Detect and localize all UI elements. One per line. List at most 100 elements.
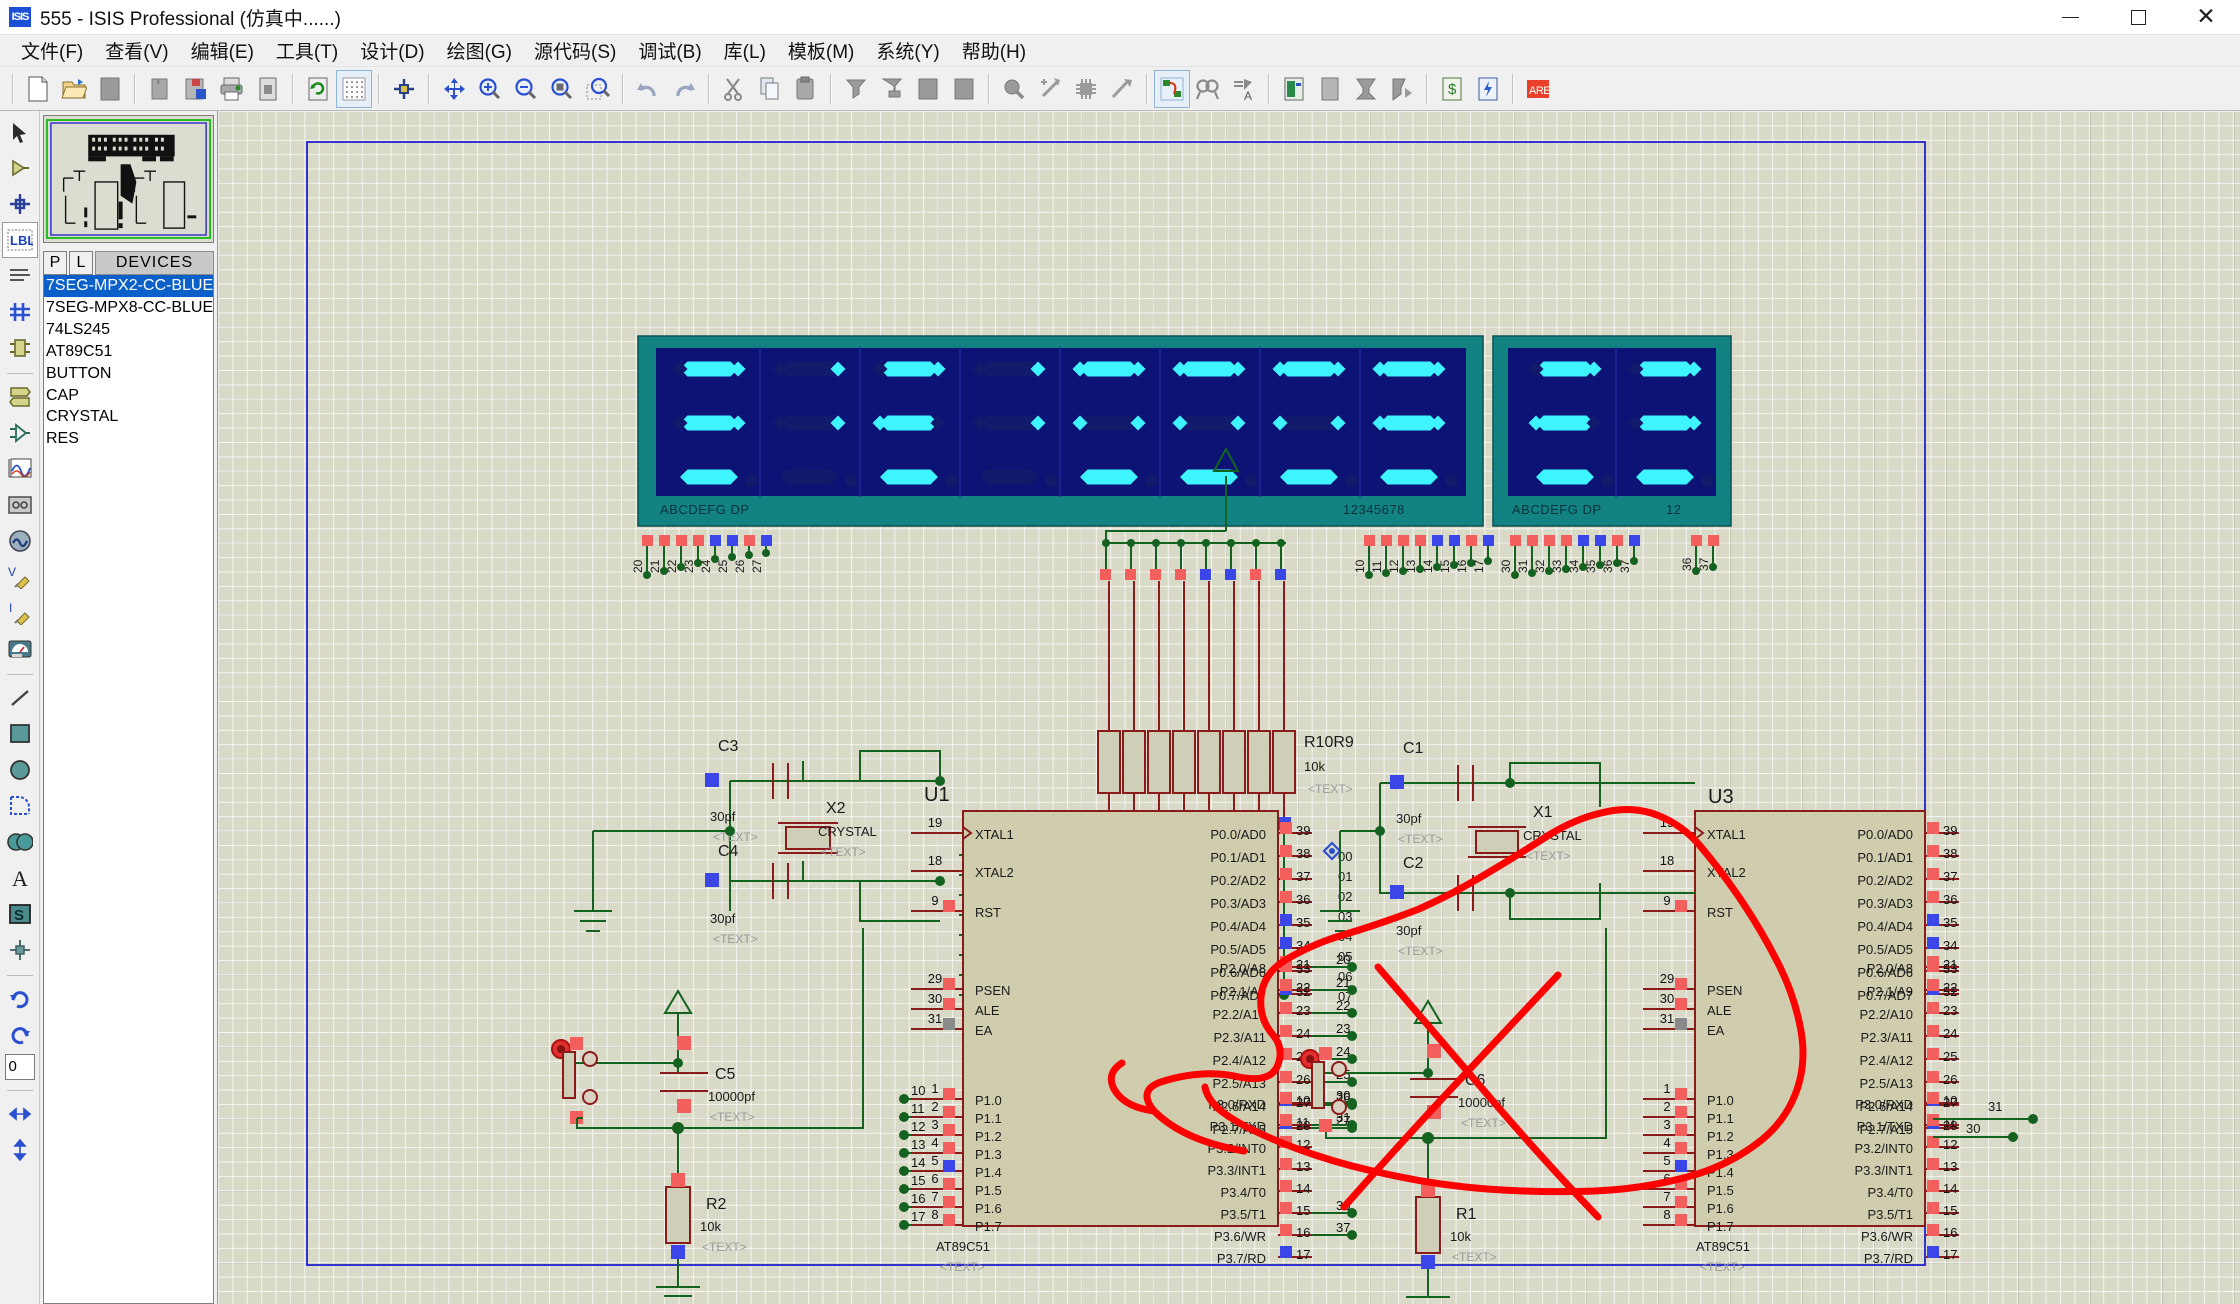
rotate-anticlockwise-icon[interactable] (3, 1018, 37, 1052)
rotation-value-input[interactable]: 0 (5, 1054, 35, 1080)
voltage-probe-mode-icon[interactable]: V (3, 560, 37, 594)
subcircuit-mode-icon[interactable] (3, 331, 37, 365)
schematic-preview[interactable] (43, 115, 214, 243)
devices-list[interactable]: 7SEG-MPX2-CC-BLUE 7SEG-MPX8-CC-BLUE 74LS… (43, 275, 214, 1304)
cut-icon[interactable] (717, 71, 751, 107)
bill-of-materials-icon[interactable]: $ (1435, 71, 1469, 107)
maximize-button[interactable] (2104, 0, 2172, 35)
line-tool-icon[interactable] (3, 681, 37, 715)
close-button[interactable]: ✕ (2172, 0, 2240, 35)
generator-mode-icon[interactable] (3, 524, 37, 558)
menu-edit[interactable]: 编辑(E) (180, 34, 265, 67)
capacitor-c1[interactable]: C1 30pf <TEXT> (1390, 740, 1473, 846)
new-sheet-icon[interactable] (1313, 71, 1347, 107)
menu-library[interactable]: 库(L) (713, 34, 777, 67)
zoom-area-icon[interactable] (581, 71, 615, 107)
virtual-instrument-mode-icon[interactable] (3, 632, 37, 666)
menu-graph[interactable]: 绘图(G) (436, 34, 523, 67)
menu-design[interactable]: 设计(D) (349, 34, 435, 67)
wire-label-mode-icon[interactable]: LBL (3, 223, 37, 257)
toggle-grid-icon[interactable] (337, 71, 371, 107)
arc-tool-icon[interactable] (3, 789, 37, 823)
resistor-r1[interactable]: R1 10k <TEXT> (1416, 1183, 1497, 1269)
menu-help[interactable]: 帮助(H) (951, 34, 1037, 67)
undo-icon[interactable] (631, 71, 665, 107)
packaging-tool-icon[interactable] (1069, 71, 1103, 107)
menu-view[interactable]: 查看(V) (94, 34, 179, 67)
list-item[interactable]: AT89C51 (44, 341, 213, 363)
property-assign-icon[interactable]: A (1227, 71, 1261, 107)
path-tool-icon[interactable] (3, 825, 37, 859)
selection-mode-icon[interactable] (3, 115, 37, 149)
pick-device-icon[interactable] (997, 71, 1031, 107)
refresh-icon[interactable] (301, 71, 335, 107)
save-file-icon[interactable] (93, 71, 127, 107)
list-item[interactable]: CAP (44, 385, 213, 407)
import-section-icon[interactable] (143, 71, 177, 107)
menu-source[interactable]: 源代码(S) (523, 34, 627, 67)
design-explorer-icon[interactable] (1277, 71, 1311, 107)
terminals-mode-icon[interactable] (3, 380, 37, 414)
search-tag-icon[interactable] (1191, 71, 1225, 107)
picker-l-button[interactable]: L (69, 251, 93, 275)
remove-sheet-icon[interactable] (1349, 71, 1383, 107)
zoom-sheet-icon[interactable] (545, 71, 579, 107)
ares-netlist-icon[interactable]: ARES (1521, 71, 1555, 107)
print-area-icon[interactable] (251, 71, 285, 107)
export-section-icon[interactable] (179, 71, 213, 107)
capacitor-c3[interactable]: C3 30pf <TEXT> (705, 738, 788, 844)
resistor-r2[interactable]: R2 10k <TEXT> (666, 1173, 747, 1259)
make-device-icon[interactable] (1033, 71, 1067, 107)
current-probe-mode-icon[interactable]: I (3, 596, 37, 630)
paste-icon[interactable] (789, 71, 823, 107)
electrical-rule-check-icon[interactable] (1471, 71, 1505, 107)
menu-debug[interactable]: 调试(B) (627, 34, 712, 67)
mirror-vertical-icon[interactable] (3, 1133, 37, 1167)
list-item[interactable]: CRYSTAL (44, 406, 213, 428)
bus-mode-icon[interactable] (3, 295, 37, 329)
symbol-tool-icon[interactable]: S (3, 897, 37, 931)
menu-file[interactable]: 文件(F) (10, 34, 94, 67)
capacitor-c5[interactable]: C5 10000pf <TEXT> (660, 1036, 755, 1124)
schematic-canvas[interactable]: ABCDEFG DP 12345678 (218, 111, 2240, 1304)
mirror-horizontal-icon[interactable] (3, 1097, 37, 1131)
wire-autorouter-icon[interactable] (1155, 71, 1189, 107)
rotate-clockwise-icon[interactable] (3, 982, 37, 1016)
minimize-button[interactable] (2036, 0, 2104, 35)
list-item[interactable]: RES (44, 428, 213, 450)
text-tool-icon[interactable]: A (3, 861, 37, 895)
list-item[interactable]: BUTTON (44, 363, 213, 385)
list-item[interactable]: 7SEG-MPX2-CC-BLUE (44, 275, 213, 297)
junction-dot-mode-icon[interactable] (3, 187, 37, 221)
capacitor-c4[interactable]: C4 30pf <TEXT> (705, 843, 788, 946)
7seg-mpx8-display[interactable]: ABCDEFG DP 12345678 (638, 336, 1483, 526)
menu-system[interactable]: 系统(Y) (865, 34, 950, 67)
block-delete-icon[interactable] (947, 71, 981, 107)
redo-icon[interactable] (667, 71, 701, 107)
graph-mode-icon[interactable] (3, 452, 37, 486)
exit-sheet-icon[interactable] (1385, 71, 1419, 107)
reset-button[interactable] (552, 1037, 597, 1124)
block-rotate-icon[interactable] (911, 71, 945, 107)
list-item[interactable]: 7SEG-MPX8-CC-BLUE (44, 297, 213, 319)
box-tool-icon[interactable] (3, 717, 37, 751)
component-mode-icon[interactable] (3, 151, 37, 185)
mcu-u1[interactable]: U1 AT89C51 <TEXT> XTAL119XTAL218RST9PSEN… (899, 784, 1357, 1274)
crystal-x2[interactable]: X2 CRYSTAL <TEXT> (778, 800, 877, 859)
print-icon[interactable] (215, 71, 249, 107)
zoom-out-icon[interactable] (509, 71, 543, 107)
circle-tool-icon[interactable] (3, 753, 37, 787)
zoom-in-icon[interactable] (473, 71, 507, 107)
menu-template[interactable]: 模板(M) (777, 34, 865, 67)
open-file-icon[interactable] (57, 71, 91, 107)
block-copy-icon[interactable] (839, 71, 873, 107)
picker-p-button[interactable]: P (43, 251, 67, 275)
text-script-mode-icon[interactable] (3, 259, 37, 293)
menu-tools[interactable]: 工具(T) (265, 34, 349, 67)
device-pin-mode-icon[interactable] (3, 416, 37, 450)
list-item[interactable]: 74LS245 (44, 319, 213, 341)
tape-recorder-mode-icon[interactable] (3, 488, 37, 522)
new-file-icon[interactable] (21, 71, 55, 107)
block-move-icon[interactable] (875, 71, 909, 107)
origin-icon[interactable] (387, 71, 421, 107)
